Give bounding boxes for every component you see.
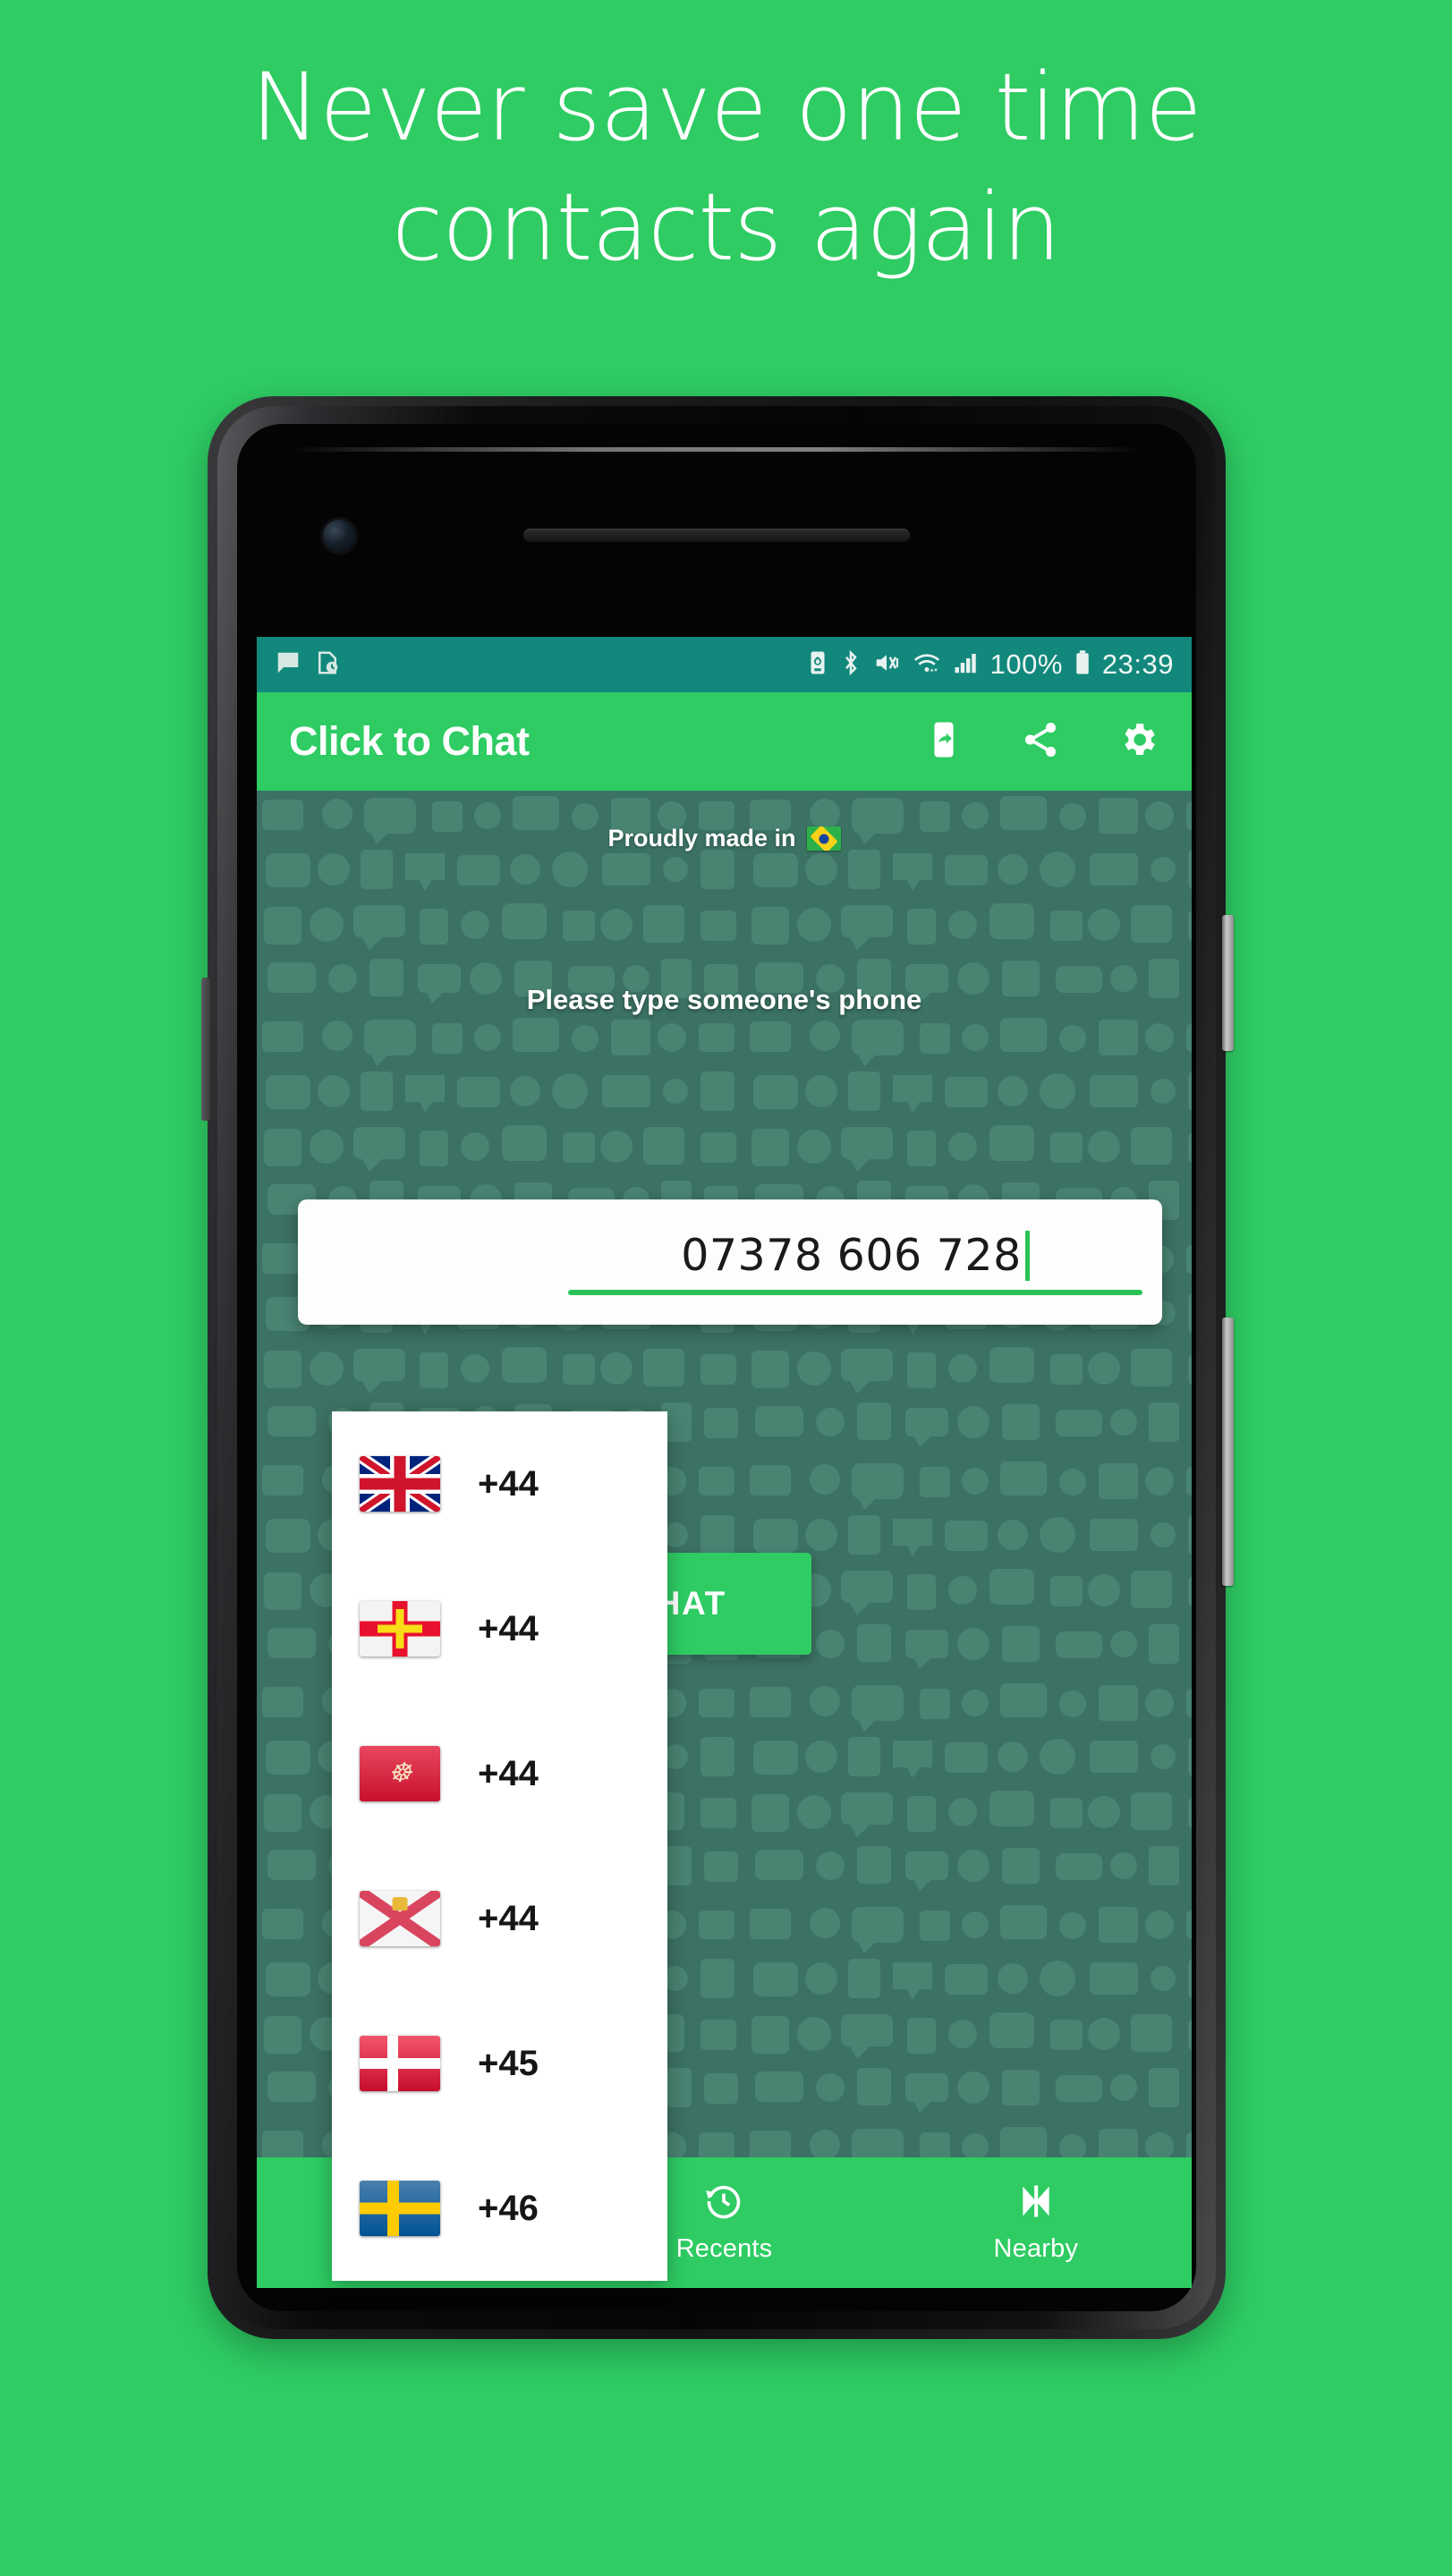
battery-full-icon bbox=[1074, 649, 1091, 681]
country-code-selector[interactable] bbox=[298, 1199, 559, 1325]
prompt-text: Please type someone's phone bbox=[526, 984, 922, 1015]
headline-line-1: Never save one time bbox=[250, 53, 1202, 162]
history-icon bbox=[704, 2182, 743, 2225]
dropdown-option-guernsey[interactable]: +44 bbox=[332, 1556, 667, 1701]
text-caret bbox=[1024, 1230, 1030, 1281]
clock-label: 23:39 bbox=[1101, 648, 1174, 680]
guernsey-flag-icon bbox=[360, 1601, 440, 1657]
volume-button[interactable] bbox=[1222, 1318, 1234, 1586]
battery-saver-icon bbox=[806, 649, 829, 681]
phone-number-input[interactable]: 07378 606 728 bbox=[568, 1230, 1142, 1290]
dropdown-code-uk: +44 bbox=[478, 1463, 539, 1504]
left-side-button[interactable] bbox=[201, 978, 210, 1121]
phone-share-icon[interactable] bbox=[923, 719, 964, 765]
earpiece-speaker bbox=[523, 529, 910, 542]
sweden-flag-icon bbox=[360, 2181, 440, 2236]
bluetooth-icon bbox=[840, 649, 862, 681]
nav-label-recents: Recents bbox=[675, 2234, 773, 2263]
app-bar: Click to Chat bbox=[257, 692, 1192, 791]
front-camera-icon bbox=[323, 520, 355, 552]
signal-icon bbox=[953, 649, 980, 681]
power-button[interactable] bbox=[1222, 915, 1234, 1051]
made-in-label: Proudly made in bbox=[607, 825, 796, 852]
dropdown-code-isle-of-man: +44 bbox=[478, 1753, 539, 1793]
input-underline bbox=[568, 1289, 1142, 1295]
dropdown-code-denmark: +45 bbox=[478, 2043, 539, 2083]
nav-label-nearby: Nearby bbox=[993, 2234, 1079, 2263]
dropdown-option-isle-of-man[interactable]: ☸ +44 bbox=[332, 1701, 667, 1846]
nearby-icon bbox=[1016, 2182, 1056, 2225]
status-bar: 100% 23:39 bbox=[257, 637, 1192, 692]
brazil-flag-icon bbox=[806, 826, 841, 851]
made-in-banner: Proudly made in bbox=[257, 825, 1192, 852]
headline-line-2: contacts again bbox=[391, 173, 1061, 282]
dropdown-option-denmark[interactable]: +45 bbox=[332, 1991, 667, 2136]
dropdown-option-uk[interactable]: +44 bbox=[332, 1411, 667, 1556]
dropdown-option-jersey[interactable]: +44 bbox=[332, 1846, 667, 1991]
app-title: Click to Chat bbox=[289, 718, 530, 764]
battery-percent-label: 100% bbox=[989, 648, 1063, 680]
dropdown-code-guernsey: +44 bbox=[478, 1608, 539, 1648]
share-icon[interactable] bbox=[1020, 719, 1061, 765]
dropdown-code-jersey: +44 bbox=[478, 1898, 539, 1938]
screenshot-clock-icon bbox=[314, 649, 341, 681]
gear-icon[interactable] bbox=[1117, 718, 1159, 766]
message-icon bbox=[275, 649, 301, 681]
vibrate-mute-icon bbox=[872, 649, 901, 681]
dropdown-code-sweden: +46 bbox=[478, 2188, 539, 2228]
country-code-dropdown[interactable]: +44 +44 ☸ +44 +44 +45 +46 bbox=[332, 1411, 667, 2281]
promo-screenshot: Never save one time contacts again 100% … bbox=[0, 0, 1452, 2576]
phone-input-card: 07378 606 728 bbox=[298, 1199, 1162, 1325]
uk-flag-icon bbox=[360, 1456, 440, 1512]
promo-headline: Never save one time contacts again bbox=[0, 61, 1452, 274]
glass-sheen bbox=[291, 447, 1142, 452]
isle-of-man-flag-icon: ☸ bbox=[360, 1746, 440, 1801]
wifi-icon bbox=[912, 649, 942, 681]
dropdown-option-sweden[interactable]: +46 bbox=[332, 2136, 667, 2281]
nav-item-nearby[interactable]: Nearby bbox=[880, 2182, 1192, 2264]
phone-number-value: 07378 606 728 bbox=[681, 1229, 1022, 1281]
jersey-flag-icon bbox=[360, 1891, 440, 1946]
denmark-flag-icon bbox=[360, 2036, 440, 2091]
